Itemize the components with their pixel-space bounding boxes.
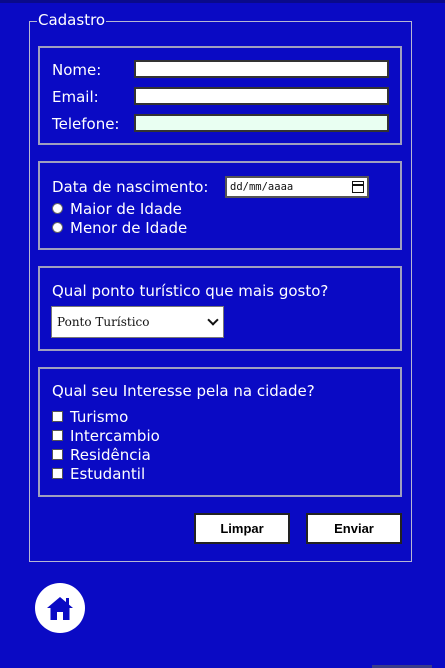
email-input[interactable] xyxy=(134,87,389,105)
checkbox-turismo-label: Turismo xyxy=(70,408,129,426)
phone-input[interactable] xyxy=(134,114,389,132)
home-button[interactable] xyxy=(35,583,85,633)
email-label: Email: xyxy=(52,88,99,106)
tourism-select-value: Ponto Turístico xyxy=(57,315,150,329)
top-bar xyxy=(0,0,445,3)
checkbox-intercambio-label: Intercambio xyxy=(70,427,160,445)
tourism-question: Qual ponto turístico que mais gosto? xyxy=(52,282,329,300)
checkbox-turismo[interactable] xyxy=(52,411,63,422)
radio-minor-label: Menor de Idade xyxy=(70,219,188,237)
name-label: Nome: xyxy=(52,61,102,79)
checkbox-residencia[interactable] xyxy=(52,449,63,460)
phone-label: Telefone: xyxy=(52,115,120,133)
radio-minor[interactable] xyxy=(52,222,63,233)
clear-button[interactable]: Limpar xyxy=(194,513,290,544)
birthdate-label: Data de nascimento: xyxy=(52,178,209,196)
send-button[interactable]: Enviar xyxy=(306,513,402,544)
chevron-down-icon xyxy=(207,314,219,326)
interest-question: Qual seu Interesse pela na cidade? xyxy=(52,382,315,400)
name-input[interactable] xyxy=(134,60,389,78)
birthdate-input[interactable]: dd/mm/aaaa xyxy=(225,176,369,198)
date-placeholder: dd/mm/aaaa xyxy=(230,181,294,193)
home-icon xyxy=(47,597,73,620)
fieldset-legend: Cadastro xyxy=(37,11,107,29)
calendar-icon[interactable] xyxy=(352,181,364,193)
radio-adult-label: Maior de Idade xyxy=(70,200,182,218)
radio-adult[interactable] xyxy=(52,203,63,214)
checkbox-estudantil[interactable] xyxy=(52,468,63,479)
checkbox-estudantil-label: Estudantil xyxy=(70,465,146,483)
checkbox-residencia-label: Residência xyxy=(70,446,151,464)
checkbox-intercambio[interactable] xyxy=(52,430,63,441)
tourism-select[interactable]: Ponto Turístico xyxy=(51,306,224,338)
